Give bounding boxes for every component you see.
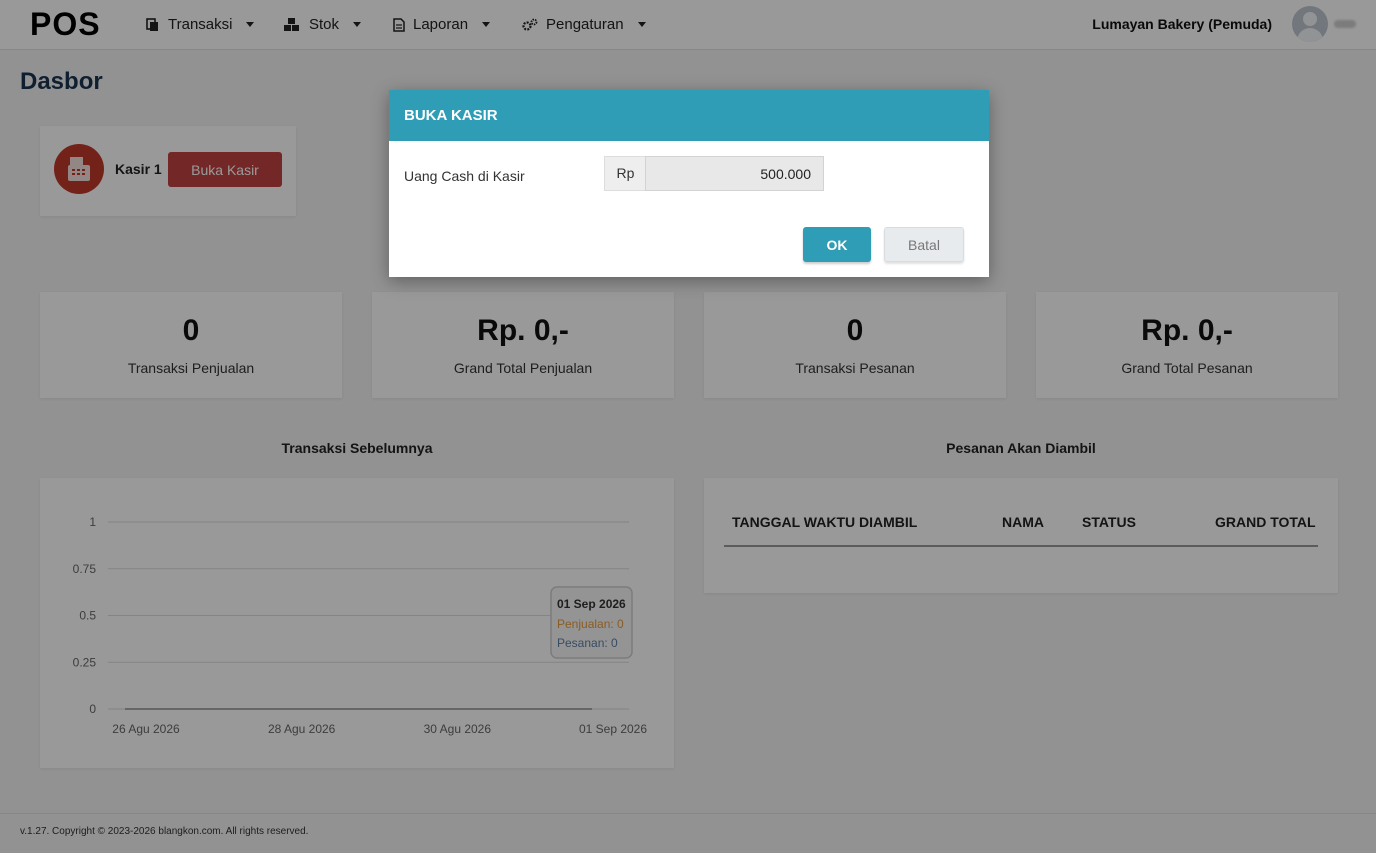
buka-kasir-modal: BUKA KASIR Uang Cash di Kasir Rp OK Bata…: [389, 90, 989, 277]
modal-header: BUKA KASIR: [389, 90, 989, 141]
cancel-button[interactable]: Batal: [884, 227, 964, 262]
cash-field-label: Uang Cash di Kasir: [404, 168, 525, 184]
modal-title: BUKA KASIR: [404, 107, 498, 124]
ok-button[interactable]: OK: [803, 227, 871, 262]
currency-addon: Rp: [604, 156, 646, 191]
cash-input[interactable]: [645, 156, 824, 191]
